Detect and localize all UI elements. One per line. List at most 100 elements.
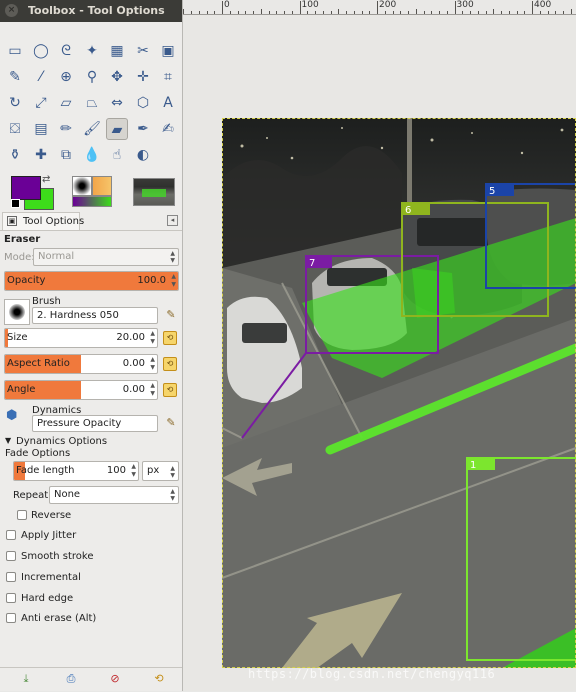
crop-icon[interactable]: ⌗: [157, 66, 179, 88]
reverse-label: Reverse: [31, 510, 72, 521]
title-bar: × Toolbox - Tool Options: [0, 0, 182, 22]
color-picker-icon[interactable]: ⁄: [30, 66, 52, 88]
image-canvas[interactable]: 7 6 5 1: [222, 118, 576, 668]
ruler-tick: [307, 11, 309, 14]
rotate-icon[interactable]: ↻: [4, 92, 26, 114]
paintbrush-icon[interactable]: 🖌: [81, 118, 103, 140]
bottom-button-bar: ⤓ ⎙ ⊘ ⟲: [0, 667, 182, 692]
cage-icon[interactable]: ⬡: [132, 92, 154, 114]
aspect-ratio-reset-icon[interactable]: ⟲: [163, 357, 177, 371]
foreground-select-icon[interactable]: ▣: [157, 40, 179, 62]
fade-length-slider[interactable]: Fade length 100 ▲ ▼: [13, 461, 139, 481]
size-slider[interactable]: Size 20.00 ▲ ▼: [4, 328, 158, 348]
ruler-tick: [516, 11, 518, 14]
angle-slider[interactable]: Angle 0.00 ▲ ▼: [4, 380, 158, 400]
reset-options-icon[interactable]: ⟲: [152, 672, 166, 686]
smooth-stroke-checkbox[interactable]: [6, 551, 16, 561]
free-select-icon[interactable]: ᘓ: [55, 40, 77, 62]
brush-preview[interactable]: [72, 176, 92, 196]
restore-options-icon[interactable]: ⎙: [64, 672, 78, 686]
ruler-major-tick: [532, 1, 533, 14]
apply-jitter-checkbox[interactable]: [6, 530, 16, 540]
default-colors-icon[interactable]: [11, 199, 20, 208]
ruler-tick: [361, 11, 363, 14]
anti-erase-label: Anti erase (Alt): [21, 613, 97, 624]
toolbox-panel: × Toolbox - Tool Options ▭ ◯ ᘓ ✦ ▦ ✂ ▣ ✎ ⁄ ⊕ ⚲ ✥ ✛ ⌗ ↻…: [0, 0, 183, 691]
brush-field[interactable]: 2. Hardness 050: [32, 307, 158, 324]
dynamics-edit-icon[interactable]: ✎: [164, 416, 178, 430]
blend-icon[interactable]: ▤: [30, 118, 52, 140]
tool-name: Eraser: [4, 234, 41, 245]
scale-icon[interactable]: ⤢: [30, 92, 52, 114]
ruler-tick: [470, 11, 471, 14]
ruler-tick: [369, 11, 371, 14]
pencil-icon[interactable]: ✏: [55, 118, 77, 140]
dynamics-icon[interactable]: ⬢: [6, 408, 26, 428]
blur-icon[interactable]: 💧: [81, 144, 103, 166]
aspect-ratio-slider[interactable]: Aspect Ratio 0.00 ▲ ▼: [4, 354, 158, 374]
dynamics-field[interactable]: Pressure Opacity: [32, 415, 158, 432]
brush-label: Brush: [32, 296, 61, 307]
eraser-icon[interactable]: ▰: [106, 118, 128, 140]
flip-icon[interactable]: ⇔: [106, 92, 128, 114]
ruler-tick: [477, 11, 479, 14]
clone-icon[interactable]: ⚱: [4, 144, 26, 166]
ink-icon[interactable]: ✍: [157, 118, 179, 140]
fade-unit-select[interactable]: px ▲ ▼: [142, 461, 179, 481]
close-icon[interactable]: ×: [5, 4, 18, 17]
repeat-select[interactable]: None ▲ ▼: [49, 486, 179, 504]
swap-colors-icon[interactable]: ⇄: [42, 174, 50, 185]
ruler-label: 200: [379, 0, 397, 10]
ellipse-select-icon[interactable]: ◯: [30, 40, 52, 62]
anti-erase-checkbox[interactable]: [6, 613, 16, 623]
zoom-icon[interactable]: ⊕: [55, 66, 77, 88]
reverse-checkbox[interactable]: [17, 510, 27, 520]
brush-preview-button[interactable]: [4, 299, 30, 325]
brush-edit-icon[interactable]: ✎: [164, 308, 178, 322]
ruler-label: 100: [301, 0, 319, 10]
align-icon[interactable]: ✛: [132, 66, 154, 88]
size-reset-icon[interactable]: ⟲: [163, 331, 177, 345]
rect-select-icon[interactable]: ▭: [4, 40, 26, 62]
smudge-icon[interactable]: ☝: [106, 144, 128, 166]
ruler-tick: [353, 11, 355, 14]
horizontal-ruler[interactable]: 0 100 200 300 400: [183, 0, 576, 15]
move-icon[interactable]: ✥: [106, 66, 128, 88]
gradient-preview[interactable]: [72, 196, 112, 207]
opacity-slider[interactable]: Opacity 100.0 ▲ ▼: [4, 271, 179, 291]
mode-select[interactable]: Normal ▲ ▼: [33, 248, 179, 266]
ruler-tick: [245, 11, 247, 14]
save-options-icon[interactable]: ⤓: [19, 672, 33, 686]
hard-edge-checkbox[interactable]: [6, 593, 16, 603]
ruler-tick: [563, 11, 564, 14]
perspective-icon[interactable]: ⏢: [81, 92, 103, 114]
scissors-icon[interactable]: ✂: [132, 40, 154, 62]
dodge-burn-icon[interactable]: ◐: [132, 144, 154, 166]
tab-tool-options[interactable]: ▣ Tool Options: [2, 212, 84, 230]
tab-menu-icon[interactable]: ◂: [167, 215, 178, 226]
ruler-tick: [423, 11, 425, 14]
ruler-tick: [346, 11, 347, 14]
incremental-checkbox[interactable]: [6, 572, 16, 582]
dynamics-options-label[interactable]: Dynamics Options: [16, 436, 107, 447]
ruler-tick: [400, 11, 402, 14]
text-icon[interactable]: A: [157, 92, 179, 114]
dynamics-options-expander-icon[interactable]: ▼: [5, 436, 11, 445]
foreground-color-swatch[interactable]: [11, 176, 41, 200]
ruler-tick: [485, 11, 487, 14]
fuzzy-select-icon[interactable]: ✦: [81, 40, 103, 62]
perspective-clone-icon[interactable]: ⧉: [55, 144, 77, 166]
pattern-preview[interactable]: [92, 176, 112, 196]
bucket-fill-icon[interactable]: ⛋: [4, 118, 26, 140]
mode-label: Mode:: [4, 252, 35, 263]
heal-icon[interactable]: ✚: [30, 144, 52, 166]
delete-options-icon[interactable]: ⊘: [108, 672, 122, 686]
paths-icon[interactable]: ✎: [4, 66, 26, 88]
image-thumbnail[interactable]: [133, 178, 175, 206]
angle-reset-icon[interactable]: ⟲: [163, 383, 177, 397]
shear-icon[interactable]: ▱: [55, 92, 77, 114]
airbrush-icon[interactable]: ✒: [132, 118, 154, 140]
measure-icon[interactable]: ⚲: [81, 66, 103, 88]
ruler-major-tick: [377, 1, 378, 14]
color-select-icon[interactable]: ▦: [106, 40, 128, 62]
